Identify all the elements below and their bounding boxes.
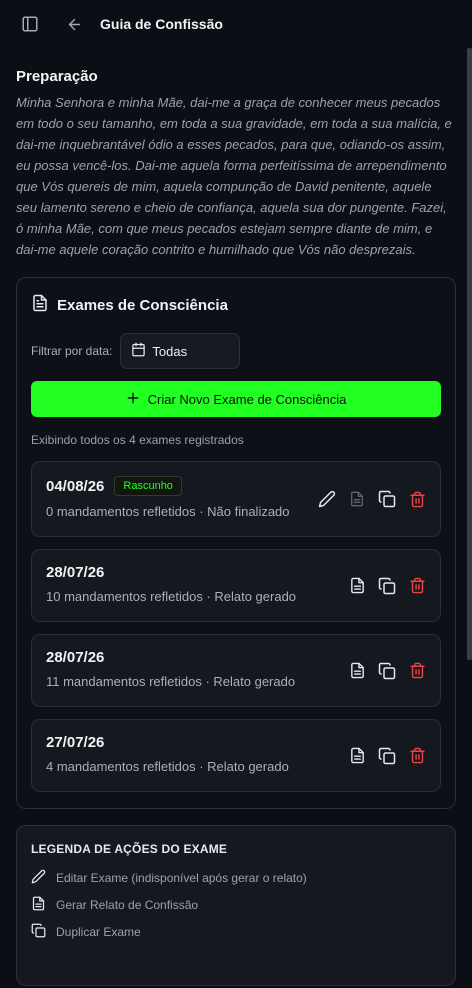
legend-item-edit: Editar Exame (indisponível após gerar o … (31, 864, 441, 891)
exam-actions (348, 747, 426, 765)
file-text-icon[interactable] (348, 747, 366, 765)
file-text-icon (31, 294, 49, 317)
exam-info: 04/08/26 Rascunho 0 mandamentos refletid… (46, 476, 308, 522)
exam-actions (348, 577, 426, 595)
exam-item[interactable]: 28/07/26 11 mandamentos refletidos · Rel… (31, 634, 441, 707)
top-bar: Guia de Confissão (0, 0, 472, 48)
exam-date-line: 04/08/26 Rascunho (46, 476, 308, 496)
actions-legend: LEGENDA DE AÇÕES DO EXAME Editar Exame (… (16, 825, 456, 986)
preparation-title: Preparação (16, 68, 98, 85)
calendar-icon (131, 342, 146, 360)
trash-icon[interactable] (408, 577, 426, 595)
exam-item[interactable]: 04/08/26 Rascunho 0 mandamentos refletid… (31, 461, 441, 537)
exam-date: 27/07/26 (46, 734, 105, 751)
copy-icon[interactable] (378, 747, 396, 765)
date-filter-value: Todas (152, 343, 188, 359)
exams-summary: Exibindo todos os 4 exames registrados (31, 433, 244, 447)
exam-date: 28/07/26 (46, 564, 105, 581)
back-arrow-icon[interactable] (64, 14, 84, 34)
create-exam-button[interactable]: Criar Novo Exame de Consciência (31, 381, 441, 417)
legend-item-report: Gerar Relato de Confissão (31, 891, 441, 918)
trash-icon[interactable] (408, 747, 426, 765)
create-exam-label: Criar Novo Exame de Consciência (147, 391, 347, 407)
exam-info: 28/07/26 11 mandamentos refletidos · Rel… (46, 649, 338, 692)
exam-date-line: 27/07/26 (46, 734, 338, 751)
pencil-icon (31, 869, 46, 887)
exam-actions (318, 490, 426, 508)
main-content: Preparação Minha Senhora e minha Mãe, da… (0, 48, 472, 986)
exam-meta: 4 mandamentos refletidos · Relato gerado (46, 759, 289, 774)
file-text-icon[interactable] (348, 577, 366, 595)
legend-item-label: Gerar Relato de Confissão (56, 897, 199, 912)
copy-icon[interactable] (378, 662, 396, 680)
trash-icon[interactable] (408, 662, 426, 680)
preparation-prayer: Minha Senhora e minha Mãe, dai-me a graç… (16, 95, 452, 257)
page-title: Guia de Confissão (100, 16, 223, 32)
plus-icon (126, 391, 140, 408)
exams-card-title: Exames de Consciência (57, 297, 228, 314)
date-filter-row: Filtrar por data: Todas (31, 333, 441, 369)
trash-icon[interactable] (408, 490, 426, 508)
copy-icon[interactable] (378, 577, 396, 595)
draft-badge: Rascunho (114, 476, 182, 496)
exam-date-line: 28/07/26 (46, 564, 338, 581)
copy-icon[interactable] (378, 490, 396, 508)
exam-item[interactable]: 27/07/26 4 mandamentos refletidos · Rela… (31, 719, 441, 792)
exam-date: 28/07/26 (46, 649, 105, 666)
exam-date-line: 28/07/26 (46, 649, 338, 666)
exam-meta: 10 mandamentos refletidos · Relato gerad… (46, 589, 297, 604)
date-filter-label: Filtrar por data: (31, 344, 113, 358)
exam-item[interactable]: 28/07/26 10 mandamentos refletidos · Rel… (31, 549, 441, 622)
exam-actions (348, 662, 426, 680)
copy-icon (31, 923, 46, 941)
exam-info: 28/07/26 10 mandamentos refletidos · Rel… (46, 564, 338, 607)
legend-item-label: Editar Exame (indisponível após gerar o … (56, 870, 307, 885)
exam-meta: 11 mandamentos refletidos · Relato gerad… (46, 674, 296, 689)
legend-item-label: Duplicar Exame (56, 924, 141, 939)
legend-item-duplicate: Duplicar Exame (31, 918, 441, 945)
app-root: Guia de Confissão Preparação Minha Senho… (0, 0, 472, 988)
exams-card: Exames de Consciência Filtrar por data: … (16, 277, 456, 809)
file-text-icon (348, 490, 366, 508)
page-scrollbar[interactable] (467, 48, 472, 660)
date-filter-button[interactable]: Todas (120, 333, 241, 369)
sidebar-toggle-icon[interactable] (20, 14, 40, 34)
exam-meta: 0 mandamentos refletidos · Não finalizad… (46, 504, 290, 519)
exam-date: 04/08/26 (46, 477, 105, 495)
legend-title: LEGENDA DE AÇÕES DO EXAME (31, 842, 228, 856)
file-text-icon[interactable] (348, 662, 366, 680)
exam-info: 27/07/26 4 mandamentos refletidos · Rela… (46, 734, 338, 777)
exams-card-header: Exames de Consciência (31, 294, 441, 317)
pencil-icon[interactable] (318, 490, 336, 508)
file-text-icon (31, 896, 46, 914)
